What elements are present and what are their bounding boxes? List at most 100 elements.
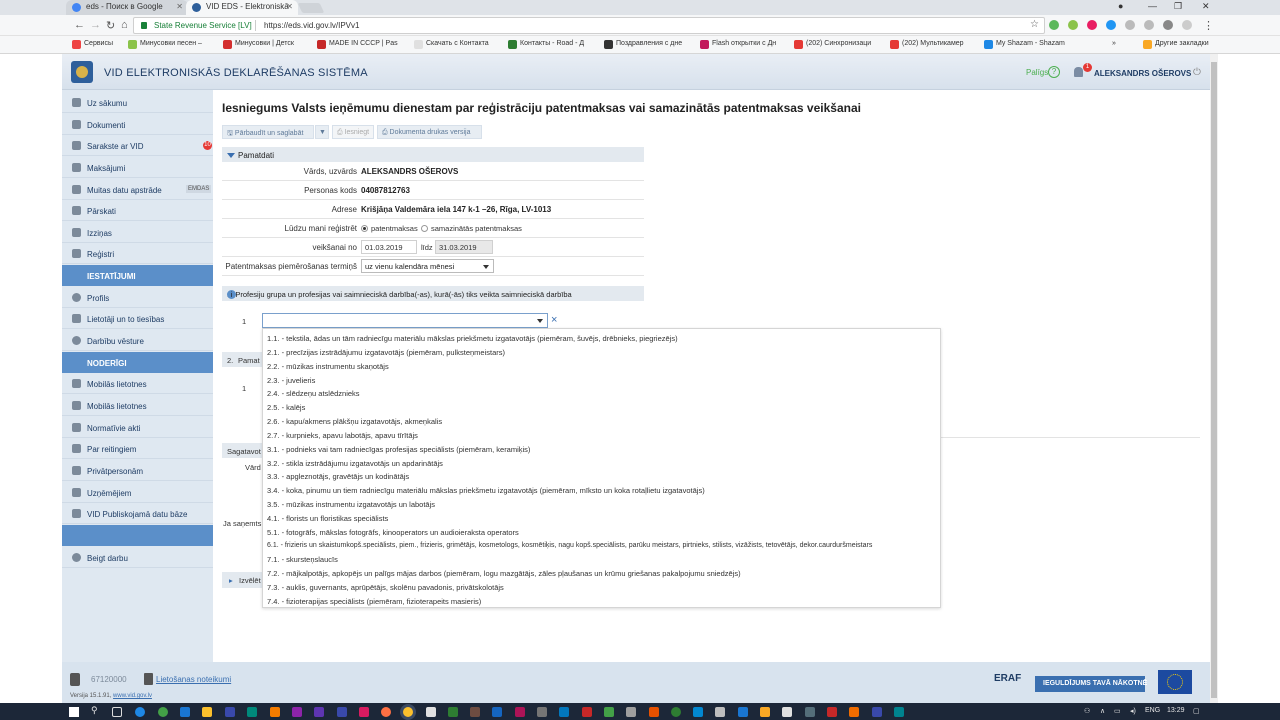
extension-icon[interactable] bbox=[1125, 20, 1135, 30]
browser-tab-google[interactable]: eds - Поиск в Google ✕ bbox=[66, 0, 188, 15]
sidebar-item-reports[interactable]: Pārskati bbox=[62, 200, 213, 221]
print-version-button[interactable]: ⎙ Dokumenta drukas versija bbox=[377, 125, 482, 139]
bookmark[interactable]: Скачать с Контакта bbox=[414, 40, 489, 49]
vid-website-link[interactable]: www.vid.gov.lv bbox=[113, 693, 152, 699]
list-item[interactable]: 3.4. - koka, pinumu un tiem radniecīgu m… bbox=[267, 486, 705, 495]
reload-icon[interactable]: ↻ bbox=[106, 19, 115, 32]
menu-icon[interactable]: ⋮ bbox=[1203, 19, 1214, 32]
restore-icon[interactable]: ❐ bbox=[1174, 1, 1182, 12]
bookmark[interactable]: MADE IN CCCP | Pas bbox=[317, 40, 398, 49]
sidebar-item-ratings[interactable]: Par reitingiem bbox=[62, 438, 213, 459]
close-window-icon[interactable]: ✕ bbox=[1202, 1, 1210, 12]
list-item[interactable]: 4.1. - florists un floristikas speciālis… bbox=[267, 514, 388, 523]
app-icon[interactable] bbox=[426, 707, 436, 717]
app-icon[interactable] bbox=[649, 707, 659, 717]
bookmark[interactable]: Сервисы bbox=[72, 40, 113, 49]
app-icon[interactable] bbox=[805, 707, 815, 717]
list-item[interactable]: 3.2. - stikla izstrādājumu izgatavotājs … bbox=[267, 459, 443, 468]
app-icon[interactable] bbox=[827, 707, 837, 717]
term-select[interactable]: uz vienu kalendāra mēnesi bbox=[361, 259, 494, 273]
page-scrollbar[interactable] bbox=[1210, 54, 1218, 703]
terms-link[interactable]: Lietošanas noteikumi bbox=[156, 675, 231, 684]
extension-icon[interactable] bbox=[1144, 20, 1154, 30]
notification-badge[interactable]: 1 bbox=[1083, 63, 1092, 72]
date-from-input[interactable]: 01.03.2019 bbox=[361, 240, 417, 254]
url-text[interactable]: https://eds.vid.gov.lv/IPVv1 bbox=[264, 21, 359, 30]
back-icon[interactable]: ← bbox=[74, 19, 85, 31]
app-icon[interactable] bbox=[671, 707, 681, 717]
list-item[interactable]: 2.1. - precīzijas izstrādājumu izgatavot… bbox=[267, 348, 505, 357]
bookmark[interactable]: Поздравления с дне bbox=[604, 40, 682, 49]
app-icon[interactable] bbox=[292, 707, 302, 717]
list-item[interactable]: 6.1. - frizieris un skaistumkopš.speciāl… bbox=[267, 542, 872, 549]
tray-chevron-icon[interactable]: ∧ bbox=[1100, 707, 1105, 715]
app-icon[interactable] bbox=[314, 707, 324, 717]
radio-reduced-patent[interactable]: samazinātās patentmaksas bbox=[421, 224, 522, 233]
list-item[interactable]: 2.5. - kalējs bbox=[267, 403, 305, 412]
folder-icon[interactable] bbox=[202, 707, 212, 717]
list-item[interactable]: 3.5. - mūzikas instrumentu izgatavotājs … bbox=[267, 500, 435, 509]
sidebar-item-users-rights[interactable]: Lietotāji un to tiesības bbox=[62, 308, 213, 329]
search-icon[interactable]: ⚲ bbox=[91, 705, 98, 716]
sidebar-item-profile[interactable]: Profils bbox=[62, 287, 213, 308]
profile-icon[interactable]: ● bbox=[1118, 1, 1123, 11]
task-view-icon[interactable] bbox=[112, 707, 122, 717]
list-item[interactable]: 2.7. - kurpnieks, apavu labotājs, apavu … bbox=[267, 431, 418, 440]
firefox-icon[interactable] bbox=[381, 707, 391, 717]
app-icon[interactable] bbox=[760, 707, 770, 717]
app-icon[interactable] bbox=[470, 707, 480, 717]
other-bookmarks[interactable]: Другие закладки bbox=[1143, 40, 1209, 49]
edge-icon[interactable] bbox=[180, 707, 190, 717]
clear-icon[interactable]: × bbox=[551, 314, 557, 326]
windows-start-icon[interactable] bbox=[69, 707, 79, 717]
app-icon[interactable] bbox=[626, 707, 636, 717]
app-icon[interactable] bbox=[582, 707, 592, 717]
sidebar-item-documents[interactable]: Dokumenti bbox=[62, 114, 213, 135]
extension-icon[interactable] bbox=[1049, 20, 1059, 30]
app-icon[interactable] bbox=[359, 707, 369, 717]
extension-icon[interactable] bbox=[1182, 20, 1192, 30]
expand-icon[interactable]: ▸ bbox=[229, 576, 233, 585]
bookmarks-more[interactable]: » bbox=[1112, 40, 1116, 47]
browser-tab-vid[interactable]: VID EDS - Elektroniskā ✕ bbox=[186, 0, 298, 15]
user-name[interactable]: ALEKSANDRS OŠEROVS bbox=[1094, 69, 1191, 78]
extension-icon[interactable] bbox=[1163, 20, 1173, 30]
profession-dropdown-list[interactable]: 1.1. - tekstila, ādas un tām radniecīgu … bbox=[262, 328, 941, 608]
logout-icon[interactable]: ⏻ bbox=[1193, 67, 1201, 78]
chrome-icon[interactable] bbox=[403, 707, 413, 717]
close-icon[interactable]: ✕ bbox=[176, 2, 183, 11]
sidebar-item-messages[interactable]: Sarakste ar VID 10 bbox=[62, 135, 213, 156]
list-item[interactable]: 2.3. - juvelieris bbox=[267, 376, 315, 385]
info-icon[interactable]: i bbox=[227, 290, 236, 299]
scrollbar-thumb[interactable] bbox=[1211, 62, 1217, 698]
bookmark[interactable]: (202) Мультикамер bbox=[890, 40, 964, 49]
bookmark[interactable]: Flash открытки с Дн bbox=[700, 40, 776, 49]
panel-header[interactable]: Pamatdati bbox=[222, 147, 644, 162]
bookmark[interactable]: Контакты - Road - Д bbox=[508, 40, 584, 49]
clock[interactable]: 13:29 bbox=[1167, 707, 1185, 714]
help-link[interactable]: Palīgs bbox=[1026, 68, 1048, 77]
list-item[interactable]: 2.2. - mūzikas instrumentu skaņotājs bbox=[267, 362, 389, 371]
save-options-dropdown[interactable]: ▼ bbox=[315, 125, 329, 139]
close-icon[interactable]: ✕ bbox=[286, 2, 293, 11]
list-item[interactable]: 2.4. - slēdzeņu atslēdznieks bbox=[267, 389, 360, 398]
sidebar-item-private-persons[interactable]: Privātpersonām bbox=[62, 460, 213, 481]
sidebar-item-history[interactable]: Darbību vēsture bbox=[62, 330, 213, 351]
notifications-icon[interactable]: ▢ bbox=[1193, 707, 1200, 715]
list-item[interactable]: 3.3. - apgleznotājs, gravētājs un kodinā… bbox=[267, 472, 409, 481]
app-icon[interactable] bbox=[894, 707, 904, 717]
help-icon[interactable]: ? bbox=[1048, 66, 1060, 78]
sidebar-item-certificates[interactable]: Izziņas bbox=[62, 222, 213, 243]
list-item[interactable]: 7.2. - mājkalpotājs, apkopējs un palīgs … bbox=[267, 569, 741, 578]
submit-button[interactable]: ⎙ Iesniegt bbox=[332, 125, 374, 139]
minimize-icon[interactable]: — bbox=[1148, 1, 1157, 11]
sidebar-item-registers[interactable]: Reģistri bbox=[62, 243, 213, 264]
app-icon[interactable] bbox=[537, 707, 547, 717]
extension-icon[interactable] bbox=[1106, 20, 1116, 30]
sidebar-item-legal-acts[interactable]: Normatīvie akti bbox=[62, 417, 213, 438]
omnibox[interactable]: State Revenue Service [LV] https://eds.v… bbox=[133, 17, 1045, 34]
app-icon[interactable] bbox=[782, 707, 792, 717]
bookmark[interactable]: My Shazam - Shazam bbox=[984, 40, 1065, 49]
radio-patent[interactable]: patentmaksas bbox=[361, 224, 418, 233]
app-icon[interactable] bbox=[604, 707, 614, 717]
